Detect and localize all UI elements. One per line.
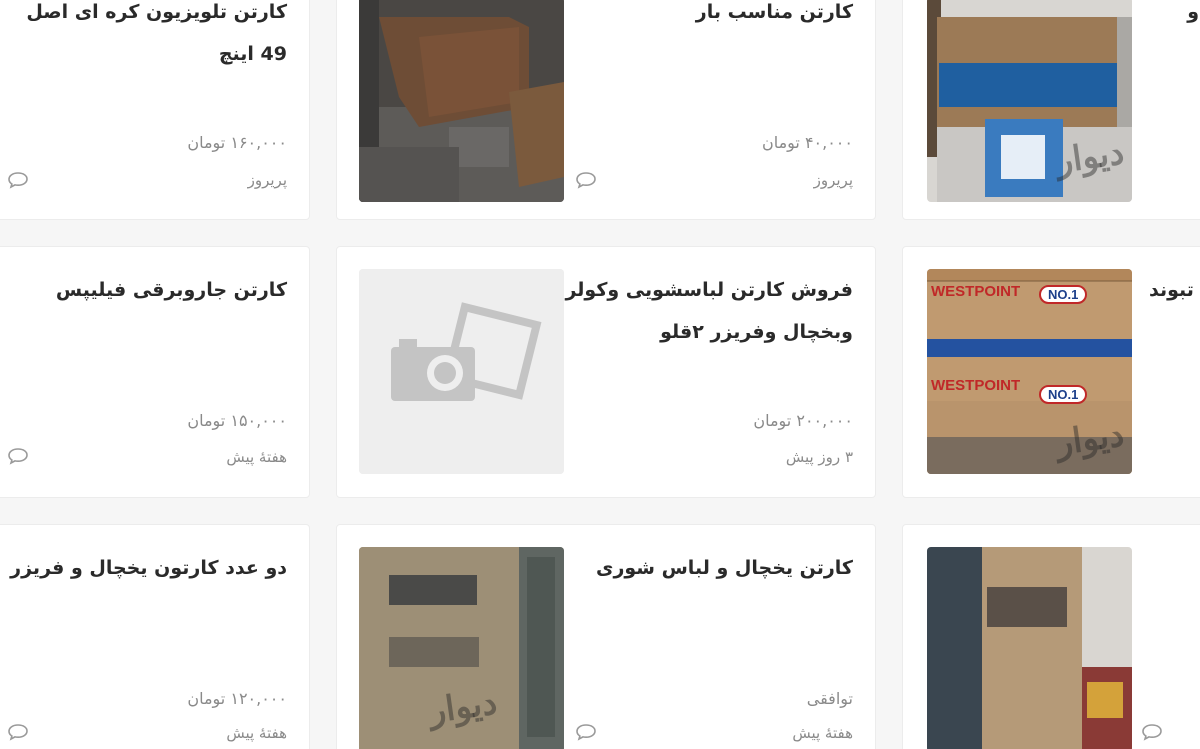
listing-photo[interactable]: دیوار (927, 0, 1132, 202)
listing-price: ۱۵۰,۰۰۰ تومان (187, 411, 287, 430)
photo-image (927, 547, 1132, 749)
listing-price: ۱۲۰,۰۰۰ تومان (187, 689, 287, 708)
listing-title: دو عدد کارتون یخچال و فریزر (10, 557, 287, 579)
listing-price: ۴۰,۰۰۰ تومان (761, 133, 853, 152)
chat-icon[interactable] (7, 723, 29, 741)
chat-icon[interactable] (1141, 723, 1163, 741)
listing-price: توافقی (806, 689, 853, 708)
listing-card[interactable]: فروش کارتن لباسشویی وکولر وبخچال وفریزر … (336, 246, 876, 498)
listing-card[interactable]: کارتن جاروبرقی فیلیپس ۱۵۰,۰۰۰ تومان هفته… (0, 246, 310, 498)
listing-time: پریروز (813, 171, 853, 189)
listing-card[interactable]: دو عدد کارتون یخچال و فریزر ۱۲۰,۰۰۰ توما… (0, 524, 310, 749)
chat-icon[interactable] (575, 723, 597, 741)
listing-card[interactable]: WESTPOINT NO.1 WESTPOINT NO.1 دیوار تبون… (902, 246, 1200, 498)
photo-badge: NO.1 (1039, 285, 1088, 304)
listing-time: هفتهٔ پیش (226, 448, 287, 466)
chat-icon[interactable] (575, 171, 597, 189)
listing-photo[interactable] (359, 0, 564, 202)
listing-price: ۲۰۰,۰۰۰ تومان (753, 411, 853, 430)
chat-icon[interactable] (7, 171, 29, 189)
listing-time: هفتهٔ پیش (792, 724, 853, 742)
listing-card[interactable]: کارتن مناسب بار ۴۰,۰۰۰ تومان پریروز (336, 0, 876, 220)
chat-icon[interactable] (7, 447, 29, 465)
listing-time: هفتهٔ پیش (226, 724, 287, 742)
photo-image (359, 0, 564, 202)
listing-card[interactable]: دیوار کارتن یخچال و لباس شوری توافقی هفت… (336, 524, 876, 749)
listing-photo[interactable] (927, 547, 1132, 749)
listing-time: ۳ روز پیش (785, 448, 853, 466)
listing-photo[interactable]: دیوار (359, 547, 564, 749)
photo-brand-label: WESTPOINT (931, 283, 1021, 300)
listing-title: کارتن جاروبرقی فیلیپس (55, 279, 287, 301)
listing-price: ۱۶۰,۰۰۰ تومان (187, 133, 287, 152)
listing-grid: کارتن تلویزیون کره ای اصل 49 اینچ ۱۶۰,۰۰… (0, 0, 1200, 749)
listing-time: پریروز (247, 171, 287, 189)
listing-card[interactable] (902, 524, 1200, 749)
listing-title: کارتن تلویزیون کره ای اصل (26, 1, 287, 23)
listing-title: کارتن مناسب بار (695, 1, 853, 23)
listing-photo[interactable]: WESTPOINT NO.1 WESTPOINT NO.1 دیوار (927, 269, 1132, 474)
photo-brand-label-2: WESTPOINT (931, 377, 1021, 394)
listing-title-line2: وبخچال وفریزر ۲قلو (660, 321, 853, 343)
camera-placeholder-icon (359, 269, 564, 474)
listing-title-cut: تبوند (1149, 279, 1194, 301)
listing-card[interactable]: کارتن تلویزیون کره ای اصل 49 اینچ ۱۶۰,۰۰… (0, 0, 310, 220)
listing-title-cut: و (1187, 1, 1199, 23)
listing-title: کارتن یخچال و لباس شوری (596, 557, 853, 579)
listing-title-line2: 49 اینچ (218, 43, 287, 65)
listing-card[interactable]: دیوار و (902, 0, 1200, 220)
listing-title: فروش کارتن لباسشویی وکولر (565, 279, 853, 301)
listing-photo-placeholder[interactable] (359, 269, 564, 474)
photo-badge-2: NO.1 (1039, 385, 1088, 404)
